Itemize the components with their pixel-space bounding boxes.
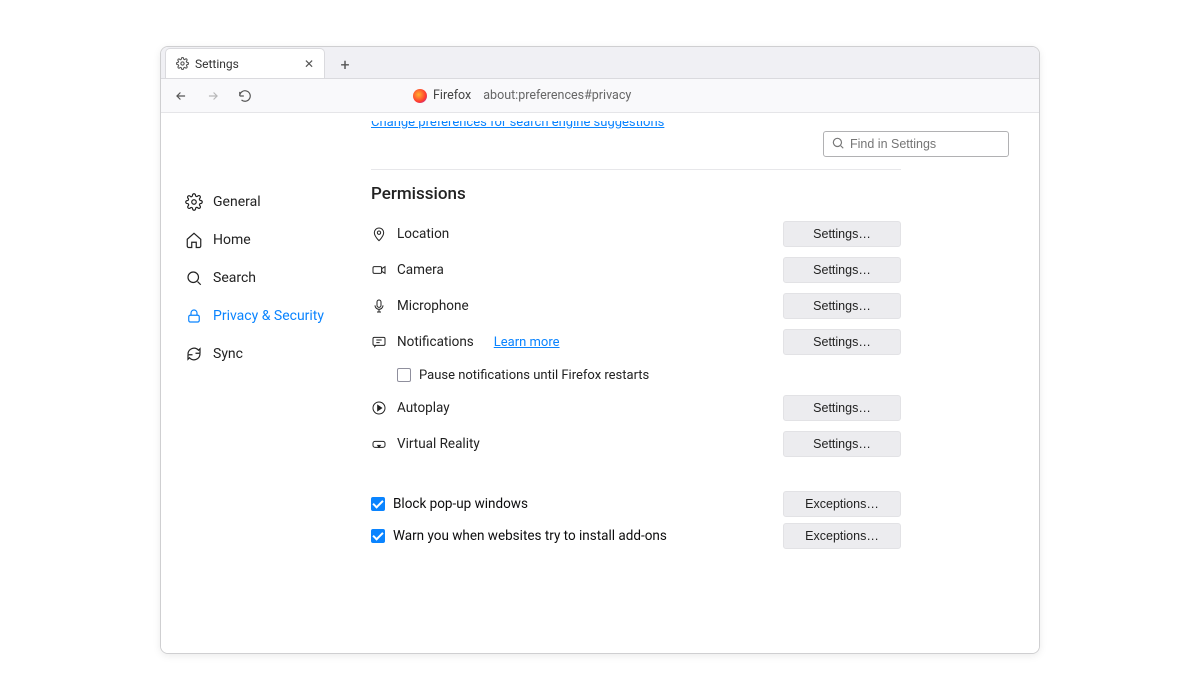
block-popups-row: Block pop-up windows Exceptions… [371,488,901,520]
settings-search-input[interactable] [823,131,1009,157]
back-button[interactable] [167,82,195,110]
vr-settings-button[interactable]: Settings… [783,431,901,457]
firefox-logo-icon [413,89,427,103]
forward-button[interactable] [199,82,227,110]
reload-button[interactable] [231,82,259,110]
sidebar-item-search[interactable]: Search [185,259,361,297]
url-bar[interactable]: Firefox about:preferences#privacy [413,88,631,103]
browser-window: Settings ✕ + Firefox about:preferences#p… [160,46,1040,654]
sidebar: General Home Search Privacy & Security S… [161,113,361,653]
tab-close-icon[interactable]: ✕ [304,57,314,71]
tab-settings[interactable]: Settings ✕ [165,48,325,78]
camera-icon [371,262,387,278]
new-tab-button[interactable]: + [331,50,359,78]
sidebar-item-label: Search [213,270,256,286]
location-icon [371,226,387,242]
block-popups-label: Block pop-up windows [393,496,528,512]
popups-exceptions-button[interactable]: Exceptions… [783,491,901,517]
reload-icon [238,89,252,103]
pause-notifications-label: Pause notifications until Firefox restar… [419,368,649,383]
sidebar-item-general[interactable]: General [185,183,361,221]
addons-exceptions-button[interactable]: Exceptions… [783,523,901,549]
url-product: Firefox [433,88,471,103]
block-popups-checkbox[interactable] [371,497,385,511]
location-settings-button[interactable]: Settings… [783,221,901,247]
tab-strip: Settings ✕ + [161,47,1039,79]
perm-row-camera: Camera Settings… [371,252,901,288]
warn-addons-label: Warn you when websites try to install ad… [393,528,667,544]
search-suggestions-link[interactable]: Change preferences for search engine sug… [371,121,664,130]
sync-icon [185,345,203,363]
main-panel: Change preferences for search engine sug… [361,113,1039,653]
perm-row-location: Location Settings… [371,216,901,252]
perm-label: Camera [397,262,444,278]
arrow-right-icon [206,89,220,103]
notifications-learn-more-link[interactable]: Learn more [494,335,560,350]
settings-search [823,131,1009,157]
url-text: about:preferences#privacy [483,88,631,103]
gear-icon [176,57,189,70]
perm-label: Location [397,226,449,242]
sidebar-item-sync[interactable]: Sync [185,335,361,373]
perm-label: Virtual Reality [397,436,480,452]
sidebar-item-home[interactable]: Home [185,221,361,259]
perm-label: Notifications [397,334,474,350]
perm-row-vr: Virtual Reality Settings… [371,426,901,462]
notifications-pause-row: Pause notifications until Firefox restar… [397,360,901,390]
sidebar-item-label: Privacy & Security [213,308,324,324]
warn-addons-row: Warn you when websites try to install ad… [371,520,901,552]
search-icon [831,136,845,150]
content-area: General Home Search Privacy & Security S… [161,113,1039,653]
perm-label: Microphone [397,298,469,314]
arrow-left-icon [174,89,188,103]
gear-icon [185,193,203,211]
sidebar-item-label: Home [213,232,251,248]
pause-notifications-checkbox[interactable] [397,368,411,382]
autoplay-settings-button[interactable]: Settings… [783,395,901,421]
microphone-settings-button[interactable]: Settings… [783,293,901,319]
lock-icon [185,307,203,325]
autoplay-icon [371,400,387,416]
section-title-permissions: Permissions [371,184,901,204]
sidebar-item-label: Sync [213,346,243,362]
home-icon [185,231,203,249]
perm-row-notifications: Notifications Learn more Settings… [371,324,901,360]
search-icon [185,269,203,287]
sidebar-item-privacy[interactable]: Privacy & Security [185,297,361,335]
perm-row-autoplay: Autoplay Settings… [371,390,901,426]
truncated-link-row: Change preferences for search engine sug… [371,121,901,145]
camera-settings-button[interactable]: Settings… [783,257,901,283]
perm-row-microphone: Microphone Settings… [371,288,901,324]
vr-icon [371,436,387,452]
toolbar: Firefox about:preferences#privacy [161,79,1039,113]
notifications-settings-button[interactable]: Settings… [783,329,901,355]
warn-addons-checkbox[interactable] [371,529,385,543]
sidebar-item-label: General [213,194,261,210]
perm-label: Autoplay [397,400,450,416]
divider [371,169,901,170]
microphone-icon [371,298,387,314]
notifications-icon [371,334,387,350]
tab-title: Settings [195,57,239,71]
